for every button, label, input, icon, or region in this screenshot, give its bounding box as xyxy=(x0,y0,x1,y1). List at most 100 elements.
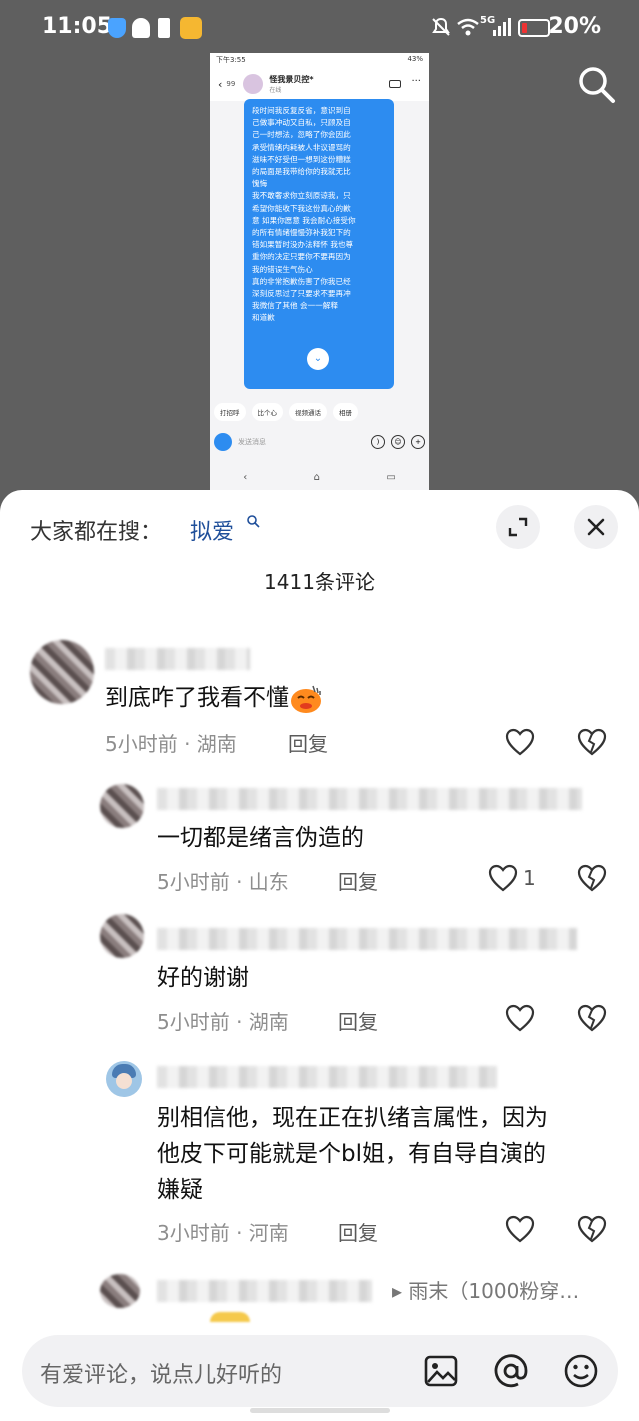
comment-input[interactable]: 有爱评论，说点儿好听的 xyxy=(22,1335,618,1407)
comment-meta: 3小时前 · 河南 xyxy=(157,1221,289,1245)
signal-icon xyxy=(493,18,511,36)
expand-icon xyxy=(508,517,528,537)
home-indicator xyxy=(250,1408,390,1413)
comment-text-line: 嫌疑 xyxy=(157,1177,203,1203)
shot-message-line: 滋味不好受但一想到这份糟糕 xyxy=(252,154,351,164)
shot-message-line: 的所有情绪慢慢弥补我犯下的 xyxy=(252,228,351,238)
heart-icon[interactable] xyxy=(505,728,535,756)
more-icon: ··· xyxy=(411,76,421,87)
broken-heart-icon[interactable] xyxy=(577,864,607,892)
close-button[interactable] xyxy=(574,505,618,549)
comment-text: 好的谢谢 xyxy=(157,965,249,991)
shot-unread-count: 99 xyxy=(226,80,236,88)
video-icon xyxy=(389,80,401,88)
battery-percent: 20% xyxy=(548,14,601,39)
shot-message-line: 和道歉 xyxy=(252,313,275,323)
heart-icon[interactable] xyxy=(488,864,518,892)
avatar[interactable] xyxy=(30,640,94,704)
shot-message-line: 意 如果你愿意 我会耐心接受你 xyxy=(252,215,356,225)
back-icon: ‹ xyxy=(218,77,223,91)
shot-chat-header: ‹ 99 怪我景贝控* 在线 ··· xyxy=(210,67,429,101)
avatar[interactable] xyxy=(100,784,144,828)
shot-contact-status: 在线 xyxy=(269,87,282,94)
broken-heart-icon[interactable] xyxy=(577,1004,607,1032)
nav-back-icon: ‹ xyxy=(243,472,248,483)
broken-heart-icon[interactable] xyxy=(577,1215,607,1243)
wifi-icon xyxy=(457,18,479,36)
username-blurred xyxy=(157,1280,372,1302)
status-time: 11:05 xyxy=(42,14,113,39)
like-count: 1 xyxy=(523,866,536,890)
comment-text: 别相信他，现在正在扒绪言属性，因为 他皮下可能就是个bl姐，有自导自演的 嫌疑 xyxy=(157,1100,548,1208)
username-blurred xyxy=(157,788,582,810)
trending-label: 大家都在搜： xyxy=(30,520,163,545)
shot-chip: 打招呼 xyxy=(214,403,246,421)
expand-button[interactable] xyxy=(496,505,540,549)
search-icon xyxy=(247,515,260,528)
shot-message-line: 我微信了其他 会一一解释 xyxy=(252,301,338,311)
shot-chip: 比个心 xyxy=(251,403,283,421)
comment-text-content: 到底咋了我看不懂 xyxy=(105,685,289,711)
shot-message-line: 真的非常抱歉伤害了你我已经 xyxy=(252,276,351,286)
shot-status-battery: 43% xyxy=(407,55,423,63)
comment-meta: 5小时前 · 湖南 xyxy=(105,732,237,756)
smile-icon[interactable] xyxy=(562,1352,600,1390)
heart-icon[interactable] xyxy=(505,1004,535,1032)
shot-message-line: 承受情绪内耗被人非议谩骂的 xyxy=(252,142,351,152)
shot-message-line: 希望你能收下我这份真心的歉 xyxy=(252,203,351,213)
search-icon[interactable] xyxy=(576,64,616,104)
shot-contact-name: 怪我景贝控* xyxy=(269,75,314,84)
comment-text: 到底咋了我看不懂 xyxy=(105,680,323,716)
comment-meta: 5小时前 · 山东 xyxy=(157,870,289,894)
comment-text: 一切都是绪言伪造的 xyxy=(157,825,364,851)
avatar[interactable] xyxy=(100,1274,140,1308)
reply-button[interactable]: 回复 xyxy=(338,1006,378,1035)
status-bar: 11:05 5G 20% xyxy=(0,0,639,58)
comment-count: 1411条评论 xyxy=(264,570,375,594)
mute-icon xyxy=(432,17,450,36)
shield-icon xyxy=(108,18,126,38)
shot-message-line: 己一时想法，忽略了你会因此 xyxy=(252,130,351,140)
shot-avatar xyxy=(243,74,264,94)
shot-message-line: 己做事冲动又自私，只顾及自 xyxy=(252,118,351,128)
chevron-down-icon: ⌄ xyxy=(307,348,329,370)
shot-message-line: 我的错误生气伤心 xyxy=(252,264,313,274)
comment-sheet: 大家都在搜： 拟爱 1411条评论 到底咋了我看不懂 5小时前 · 湖南 回复 xyxy=(0,490,639,1421)
comment-meta: 5小时前 · 湖南 xyxy=(157,1010,289,1034)
shot-status-bar: 下午3:55 43% xyxy=(210,53,429,67)
shot-quick-actions: 打招呼 比个心 视频通话 相册 xyxy=(214,403,358,421)
username-blurred xyxy=(105,648,250,670)
qq-icon xyxy=(132,18,150,38)
shot-message-bubble: 段时间我反复反省，意识到自 己做事冲动又自私，只顾及自 己一时想法，忽略了你会因… xyxy=(244,99,394,389)
weibo-icon xyxy=(180,17,202,39)
shot-message-line: 重你的决定只要你不要再因为 xyxy=(252,252,351,262)
laughing-emoji-icon xyxy=(291,685,321,713)
trending-keyword[interactable]: 拟爱 xyxy=(190,514,234,546)
at-icon[interactable] xyxy=(492,1352,530,1390)
shot-status-time: 下午3:55 xyxy=(216,56,246,64)
sound-icon: ) xyxy=(371,435,385,449)
emoji-partial-icon xyxy=(210,1312,250,1322)
reply-button[interactable]: 回复 xyxy=(338,866,378,895)
shot-message-line: 我不敢奢求你立刻原谅我，只 xyxy=(252,191,351,201)
shot-message-line: 段时间我反复反省，意识到自 xyxy=(252,106,351,115)
broken-heart-icon[interactable] xyxy=(577,728,607,756)
close-icon xyxy=(587,518,605,536)
reply-button[interactable]: 回复 xyxy=(288,728,328,757)
heart-icon[interactable] xyxy=(505,1215,535,1243)
avatar[interactable] xyxy=(100,914,144,958)
voice-icon xyxy=(214,433,232,451)
shot-message-line: 的局面是我带给你的我就无比 xyxy=(252,167,351,177)
avatar[interactable] xyxy=(106,1061,142,1097)
nav-recent-icon: ▭ xyxy=(386,472,396,483)
comment-input-placeholder: 有爱评论，说点儿好听的 xyxy=(40,1363,283,1388)
shot-message-line: 深刻反思过了只要求不要再冲 xyxy=(252,289,351,299)
comment-text-line: 别相信他，现在正在扒绪言属性，因为 xyxy=(157,1105,548,1131)
reply-button[interactable]: 回复 xyxy=(338,1217,378,1246)
comment-text-line: 他皮下可能就是个bl姐，有自导自演的 xyxy=(157,1141,546,1167)
embedded-chat-screenshot[interactable]: 下午3:55 43% ‹ 99 怪我景贝控* 在线 ··· 段时间我反复反省，意… xyxy=(210,53,429,490)
image-icon[interactable] xyxy=(422,1352,460,1390)
shot-message-line: 错如果暂时没办法释怀 我也尊 xyxy=(252,240,354,250)
shot-input-bar: 发送消息 ) ☺ + xyxy=(214,431,425,453)
nav-home-icon: ⌂ xyxy=(313,472,320,483)
